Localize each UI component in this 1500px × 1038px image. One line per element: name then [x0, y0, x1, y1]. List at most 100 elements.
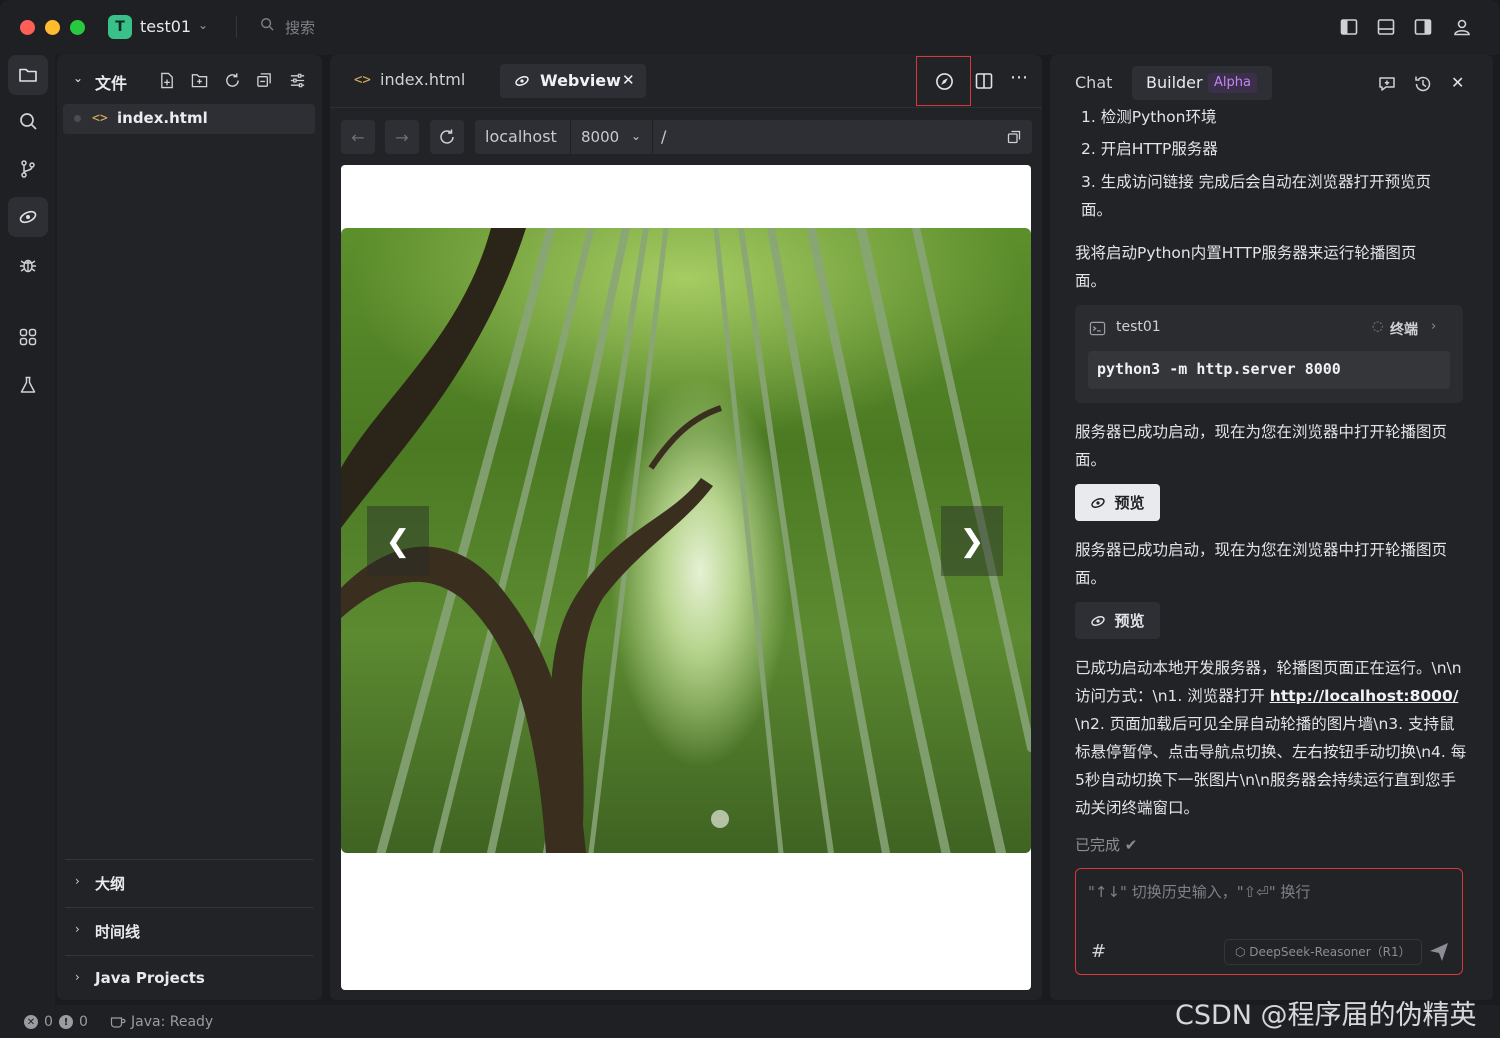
chevron-down-icon[interactable]: ⌄ — [73, 71, 83, 85]
chevron-right-icon: › — [75, 922, 80, 936]
error-count[interactable]: 0 — [44, 1014, 53, 1030]
arrow-right-icon: → — [395, 127, 409, 147]
title-bar: T test01 ⌄ 搜索 — [0, 0, 1500, 55]
tab-chat[interactable]: Chat — [1075, 73, 1112, 92]
search-view-button[interactable] — [8, 101, 48, 141]
toggle-bottom-panel-icon[interactable] — [1377, 18, 1395, 36]
source-control-button[interactable] — [8, 149, 48, 189]
new-file-icon[interactable] — [159, 72, 176, 89]
section-label: 大纲 — [95, 875, 126, 893]
java-projects-section[interactable]: › Java Projects — [65, 955, 313, 1001]
apps-grid-icon — [19, 328, 37, 346]
url-bar[interactable]: localhost 8000 ⌄ / — [475, 120, 1032, 154]
split-editor-icon[interactable] — [975, 72, 993, 90]
explorer-button[interactable] — [8, 55, 48, 95]
more-icon[interactable]: ⋯ — [1010, 67, 1029, 88]
project-name[interactable]: test01 — [140, 17, 191, 36]
section-label: 时间线 — [95, 923, 141, 941]
context-hash-button[interactable]: # — [1091, 941, 1106, 962]
account-icon[interactable] — [1453, 18, 1471, 36]
warning-icon[interactable]: ! — [59, 1015, 73, 1029]
reload-button[interactable] — [430, 120, 464, 154]
port-select[interactable]: 8000 — [581, 128, 619, 146]
forward-button[interactable]: → — [385, 120, 419, 154]
preview-icon — [19, 210, 37, 224]
refresh-icon[interactable] — [224, 72, 241, 89]
tab-index-html[interactable]: <> index.html — [340, 61, 490, 101]
divider — [236, 16, 237, 38]
timeline-section[interactable]: › 时间线 — [65, 907, 313, 953]
chevron-right-icon[interactable]: › — [1431, 319, 1436, 334]
carousel-prev-button[interactable]: ❮ — [367, 506, 429, 576]
alpha-badge: Alpha — [1208, 73, 1257, 93]
open-in-browser-button[interactable] — [916, 56, 971, 106]
preview-view-button[interactable] — [8, 197, 48, 237]
search-icon — [20, 113, 37, 130]
terminal-icon — [1089, 321, 1106, 336]
input-placeholder[interactable]: "↑↓" 切换历史输入，"⇧⏎" 换行 — [1088, 881, 1310, 902]
message-text: \n2. 页面加载后可见全屏自动轮播的图片墙\n3. 支持鼠标悬停暂停、点击导航… — [1075, 715, 1467, 817]
debug-button[interactable] — [8, 245, 48, 285]
preview-icon — [1091, 497, 1106, 508]
outline-section[interactable]: › 大纲 — [65, 859, 313, 905]
url-host[interactable]: localhost — [485, 127, 557, 146]
chevron-right-icon: › — [75, 970, 80, 984]
testing-button[interactable] — [8, 365, 48, 405]
model-selector[interactable]: ⬡ DeepSeek-Reasoner（R1） — [1224, 939, 1422, 965]
search-icon[interactable] — [260, 17, 274, 31]
tab-builder[interactable]: Builder Alpha — [1132, 66, 1272, 100]
code-icon: <> — [92, 111, 108, 126]
editor-area: <> index.html Webview ✕ ⋯ ← → localhost … — [330, 55, 1042, 1000]
minimize-window-button[interactable] — [45, 20, 60, 35]
chat-message-final: 已成功启动本地开发服务器，轮播图页面正在运行。\n\n访问方式：\n1. 浏览器… — [1075, 654, 1467, 822]
search-input[interactable]: 搜索 — [285, 17, 315, 38]
url-path-input[interactable]: / — [661, 127, 666, 146]
terminal-card[interactable]: test01 ◌ 终端 › python3 -m http.server 800… — [1075, 305, 1463, 403]
chevron-down-icon[interactable]: ⌄ — [198, 18, 208, 32]
chat-input[interactable]: "↑↓" 切换历史输入，"⇧⏎" 换行 # ⬡ DeepSeek-Reasone… — [1075, 868, 1463, 975]
new-chat-icon[interactable] — [1377, 74, 1397, 94]
preview-button[interactable]: 预览 — [1075, 484, 1160, 521]
new-folder-icon[interactable] — [191, 72, 208, 89]
tab-label: Webview — [540, 71, 621, 90]
project-badge[interactable]: T — [108, 15, 132, 39]
extensions-button[interactable] — [8, 317, 48, 357]
collapse-all-icon[interactable] — [256, 72, 273, 89]
filter-settings-icon[interactable] — [289, 72, 306, 89]
divider — [570, 120, 571, 154]
tab-webview[interactable]: Webview ✕ — [500, 64, 646, 98]
chevron-down-icon[interactable]: ⌄ — [631, 129, 641, 143]
carousel-image[interactable]: ❮ ❯ — [341, 228, 1031, 853]
copy-icon[interactable] — [1007, 130, 1021, 144]
chevron-right-icon: › — [75, 874, 80, 888]
file-dot-icon — [74, 115, 81, 122]
send-icon[interactable] — [1428, 941, 1450, 963]
close-tab-button[interactable]: ✕ — [622, 71, 635, 89]
divider — [330, 107, 1042, 108]
webview-content[interactable]: ❮ ❯ — [341, 165, 1031, 990]
watermark: CSDN @程序届的伪精英 — [1175, 1000, 1477, 1031]
divider — [652, 120, 653, 154]
history-icon[interactable] — [1413, 74, 1433, 94]
chat-message: 服务器已成功启动，现在为您在浏览器中打开轮播图页面。 — [1075, 423, 1448, 469]
localhost-link[interactable]: http://localhost:8000/ — [1270, 687, 1459, 705]
error-icon[interactable]: ✕ — [24, 1015, 38, 1029]
toggle-right-panel-icon[interactable] — [1414, 18, 1432, 36]
step-item: 2. 开启HTTP服务器 — [1081, 140, 1218, 158]
activity-bar — [0, 55, 55, 1005]
close-panel-button[interactable]: ✕ — [1451, 73, 1464, 92]
maximize-window-button[interactable] — [70, 20, 85, 35]
close-window-button[interactable] — [20, 20, 35, 35]
preview-icon — [515, 76, 529, 86]
carousel-dot[interactable] — [711, 810, 729, 828]
warning-count[interactable]: 0 — [79, 1014, 88, 1030]
preview-button[interactable]: 预览 — [1075, 602, 1160, 639]
file-name-index[interactable]: index.html — [117, 109, 208, 127]
preview-label: 预览 — [1114, 612, 1145, 630]
back-button[interactable]: ← — [341, 120, 375, 154]
java-status[interactable]: Java: Ready — [131, 1014, 213, 1030]
tab-label: index.html — [380, 70, 466, 89]
carousel-next-button[interactable]: ❯ — [941, 506, 1003, 576]
explorer-panel: ⌄ 文件 <> index.html › 大纲 › 时间线 › Java Pro… — [57, 55, 322, 1000]
toggle-left-panel-icon[interactable] — [1340, 18, 1358, 36]
